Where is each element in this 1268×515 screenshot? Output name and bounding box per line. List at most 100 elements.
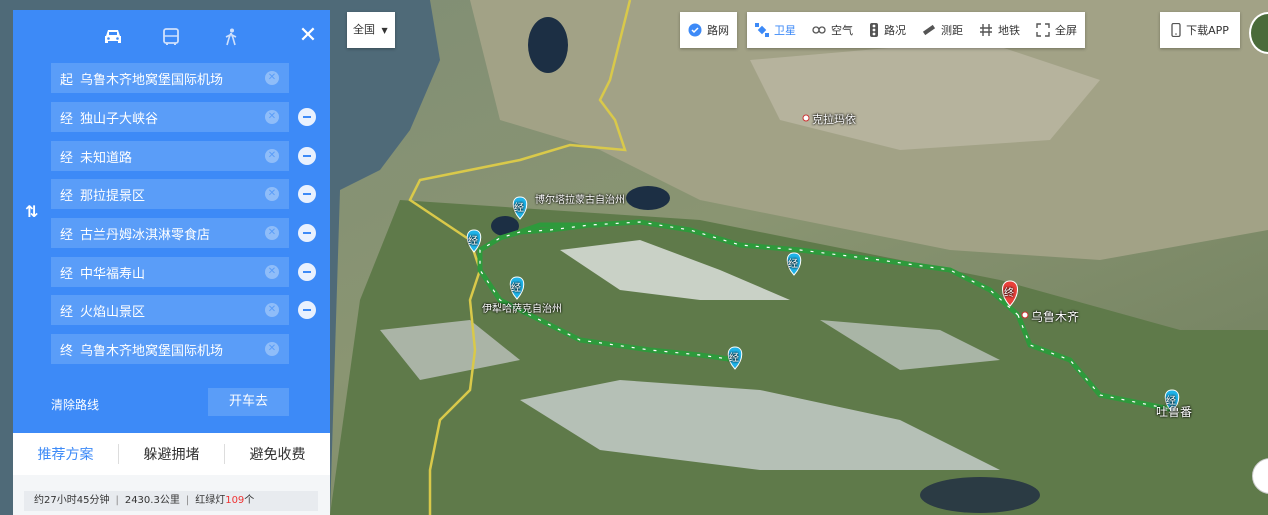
route-panel: ✕ ⇅ 起 乌鲁木齐地窝堡国际机场 ✕ 经 独山子大峡谷 ✕ 经 未知道路 ✕ … [13,10,330,515]
traffic-lights-count: 109 [225,495,245,506]
clear-field-icon[interactable]: ✕ [265,342,279,356]
waypoint-text: 乌鲁木齐地窝堡国际机场 [80,72,224,88]
ruler-icon [922,24,936,36]
bus-icon [163,28,179,45]
fullscreen-icon [1036,23,1050,37]
satellite-icon [755,23,769,37]
traffic-label: 路况 [884,24,906,37]
waypoint-via[interactable]: 经 未知道路 ✕ [51,141,289,171]
waypoint-prefix: 经 [60,150,74,166]
waypoint-prefix: 起 [60,72,74,88]
air-icon [812,26,826,34]
region-selector[interactable]: 全国 ▼ [347,12,395,48]
air-quality-button[interactable]: 空气 [804,12,861,48]
fullscreen-button[interactable]: 全屏 [1028,12,1085,48]
clear-field-icon[interactable]: ✕ [265,187,279,201]
fullscreen-label: 全屏 [1055,24,1077,37]
waypoint-text: 独山子大峡谷 [80,111,159,127]
car-icon [105,30,121,43]
via-marker-label: 经 [788,259,798,270]
end-marker-label: 终 [1004,288,1014,299]
tab-recommended[interactable]: 推荐方案 [13,444,119,464]
map-label-kelamayi: 克拉玛依 [812,113,856,126]
traffic-lights-prefix: 红绿灯 [195,495,226,506]
waypoint-prefix: 经 [60,227,74,243]
waypoint-via[interactable]: 经 中华福寿山 ✕ [51,257,289,287]
traffic-light-icon [870,23,878,37]
walk-icon [225,28,237,46]
swap-icon[interactable]: ⇅ [25,202,38,221]
tab-avoid-toll[interactable]: 避免收费 [225,444,330,464]
via-marker-label: 经 [514,203,524,214]
waypoint-prefix: 经 [60,266,74,282]
waypoint-end[interactable]: 终 乌鲁木齐地窝堡国际机场 ✕ [51,334,289,364]
subway-icon [980,24,992,36]
waypoint-via[interactable]: 经 那拉提景区 ✕ [51,179,289,209]
road-network-toggle[interactable]: 路网 [680,12,737,48]
waypoint-via[interactable]: 经 独山子大峡谷 ✕ [51,102,289,132]
measure-button[interactable]: 测距 [914,12,971,48]
route-summary[interactable]: 约27小时45分钟 | 2430.3公里 | 红绿灯109个 [13,475,330,515]
region-label: 全国 [353,23,375,36]
waypoint-text: 古兰丹姆冰淇淋零食店 [80,227,211,243]
route-summary-line: 约27小时45分钟 | 2430.3公里 | 红绿灯109个 [24,491,318,511]
satellite-label: 卫星 [774,24,796,37]
clear-field-icon[interactable]: ✕ [265,303,279,317]
clear-field-icon[interactable]: ✕ [265,226,279,240]
remove-waypoint-icon[interactable] [298,263,316,281]
walk-mode-tab[interactable] [218,24,244,50]
clear-route-button[interactable]: 清除路线 [51,396,99,413]
download-app-button[interactable]: 下载APP [1160,12,1240,48]
clear-field-icon[interactable]: ✕ [265,149,279,163]
via-marker-label: 经 [511,283,521,294]
waypoint-text: 中华福寿山 [80,266,146,282]
waypoint-start[interactable]: 起 乌鲁木齐地窝堡国际机场 ✕ [51,63,289,93]
route-distance: 2430.3公里 [124,495,180,506]
subway-label: 地铁 [998,24,1020,37]
waypoint-text: 火焰山景区 [80,304,146,320]
map-toolbar: 路网 卫星 空气 路况 测距 地铁 全屏 [680,12,1085,48]
air-label: 空气 [831,24,853,37]
waypoint-text: 那拉提景区 [80,188,146,204]
waypoint-text: 乌鲁木齐地窝堡国际机场 [80,343,224,359]
remove-waypoint-icon[interactable] [298,108,316,126]
waypoint-prefix: 经 [60,111,74,127]
map-label-boertala: 博尔塔拉蒙古自治州 [535,195,625,206]
waypoint-via[interactable]: 经 古兰丹姆冰淇淋零食店 ✕ [51,218,289,248]
road-network-label: 路网 [707,24,729,37]
route-time: 约27小时45分钟 [34,495,110,506]
check-circle-icon [688,23,702,37]
tab-avoid-congestion[interactable]: 躲避拥堵 [119,444,225,464]
measure-label: 测距 [941,24,963,37]
clear-field-icon[interactable]: ✕ [265,71,279,85]
chevron-down-icon: ▼ [381,26,388,35]
clear-field-icon[interactable]: ✕ [265,265,279,279]
waypoint-prefix: 终 [60,343,74,359]
phone-icon [1171,23,1181,37]
map-label-urumqi: 乌鲁木齐 [1031,310,1080,324]
route-panel-header: ✕ ⇅ 起 乌鲁木齐地窝堡国际机场 ✕ 经 独山子大峡谷 ✕ 经 未知道路 ✕ … [13,10,330,433]
waypoint-text: 未知道路 [80,150,133,166]
waypoint-via[interactable]: 经 火焰山景区 ✕ [51,295,289,325]
route-option-tabs: 推荐方案 躲避拥堵 避免收费 [13,433,330,475]
via-marker-label: 经 [468,236,478,247]
satellite-button[interactable]: 卫星 [747,12,804,48]
remove-waypoint-icon[interactable] [298,185,316,203]
map-label-yili: 伊犁哈萨克自治州 [482,304,562,315]
close-icon[interactable]: ✕ [296,24,320,48]
remove-waypoint-icon[interactable] [298,224,316,242]
remove-waypoint-icon[interactable] [298,301,316,319]
bus-mode-tab[interactable] [158,24,184,50]
traffic-lights-suffix: 个 [244,495,255,506]
remove-waypoint-icon[interactable] [298,147,316,165]
car-mode-tab[interactable] [100,24,126,50]
waypoint-prefix: 经 [60,304,74,320]
via-marker-label: 经 [729,353,739,364]
map-label-tulufan: 吐鲁番 [1156,405,1193,419]
subway-button[interactable]: 地铁 [971,12,1028,48]
traffic-button[interactable]: 路况 [861,12,914,48]
start-drive-button[interactable]: 开车去 [208,388,289,416]
clear-field-icon[interactable]: ✕ [265,110,279,124]
waypoint-prefix: 经 [60,188,74,204]
download-app-label: 下载APP [1186,24,1229,37]
